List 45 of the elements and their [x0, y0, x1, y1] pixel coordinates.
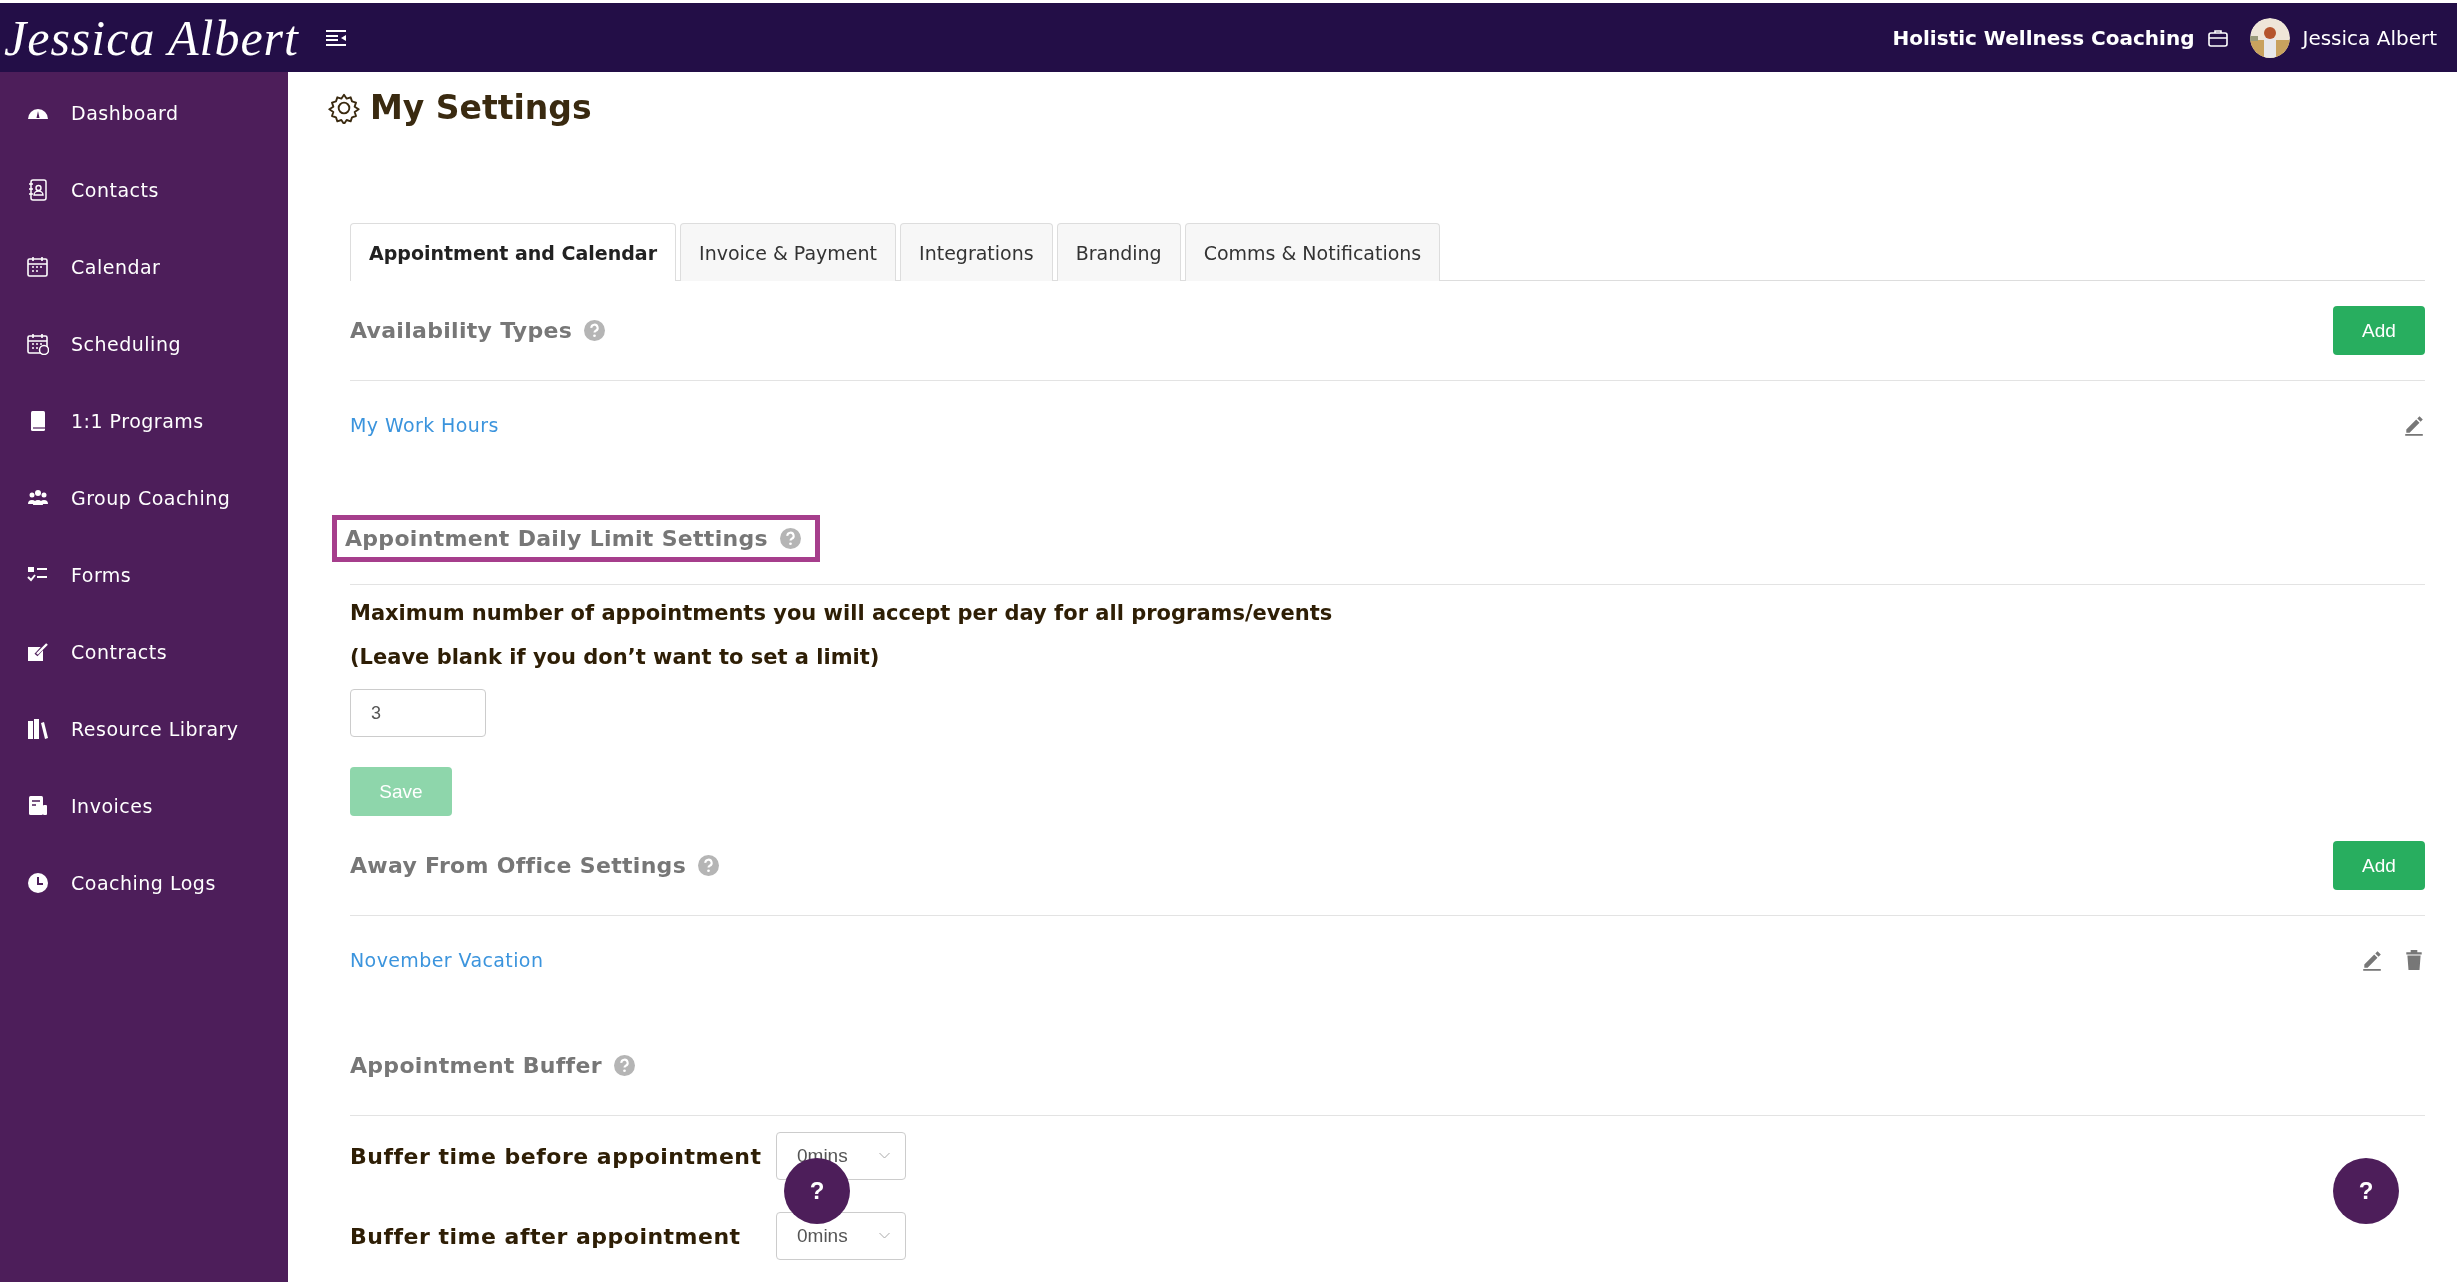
calendar-clock-icon [27, 332, 49, 355]
business-name[interactable]: Holistic Wellness Coaching [1892, 25, 2195, 50]
calendar-icon [27, 255, 49, 278]
tab[interactable]: Integrations [900, 223, 1053, 281]
user-name[interactable]: Jessica Albert [2302, 25, 2437, 50]
sidebar-item[interactable]: Dashboard [0, 74, 288, 151]
sidebar-item[interactable]: Contracts [0, 613, 288, 690]
limit-input[interactable]: 3 [350, 689, 486, 737]
logo[interactable]: Jessica Albert [0, 4, 312, 71]
field-label: Buffer time after appointment [350, 1223, 742, 1249]
sidebar-item[interactable]: Calendar [0, 228, 288, 305]
menu-icon[interactable] [326, 29, 348, 46]
help-button[interactable]: ? [2333, 1158, 2399, 1224]
settings-icon [328, 91, 360, 124]
signature-icon [27, 640, 49, 663]
delete-icon[interactable] [2403, 949, 2425, 971]
tab[interactable]: Branding [1056, 223, 1181, 281]
sidebar-item[interactable]: Scheduling [0, 305, 288, 382]
sidebar-item[interactable]: Contacts [0, 151, 288, 228]
address-book-icon [27, 178, 49, 201]
sidebar-item[interactable]: Invoices [0, 767, 288, 844]
briefcase-icon[interactable] [2208, 28, 2229, 47]
sidebar-item[interactable]: Forms [0, 536, 288, 613]
page-title: My Settings [370, 88, 592, 127]
edit-icon[interactable] [2361, 949, 2383, 971]
receipt-icon [27, 794, 49, 817]
tab[interactable]: Appointment and Calendar [350, 223, 677, 281]
instruction-text: (Leave blank if you don’t want to set a limit) [350, 644, 881, 671]
instruction-text: Maximum number of appointments you will accept per day for all programs/events [350, 600, 1334, 627]
edit-icon[interactable] [2403, 414, 2425, 436]
section-title: Appointment Daily Limit Settings [345, 526, 768, 551]
chevron-icon [878, 1232, 891, 1240]
sidebar-item[interactable]: 1:1 Programs [0, 382, 288, 459]
sidebar-item[interactable]: Resource Library [0, 690, 288, 767]
sidebar-item[interactable]: Coaching Logs [0, 844, 288, 921]
tab[interactable]: Invoice & Payment [680, 223, 897, 281]
sidebar-item[interactable]: Group Coaching [0, 459, 288, 536]
books-icon [27, 717, 49, 740]
section-title: Availability Types [350, 318, 573, 343]
chevron-icon [878, 1152, 891, 1160]
section-title: Appointment Buffer [350, 1053, 602, 1078]
tab[interactable]: Comms & Notifications [1184, 223, 1441, 281]
clock-icon [27, 871, 49, 894]
field-label: Buffer time before appointment [350, 1143, 763, 1169]
section-title: Away From Office Settings [350, 853, 687, 878]
